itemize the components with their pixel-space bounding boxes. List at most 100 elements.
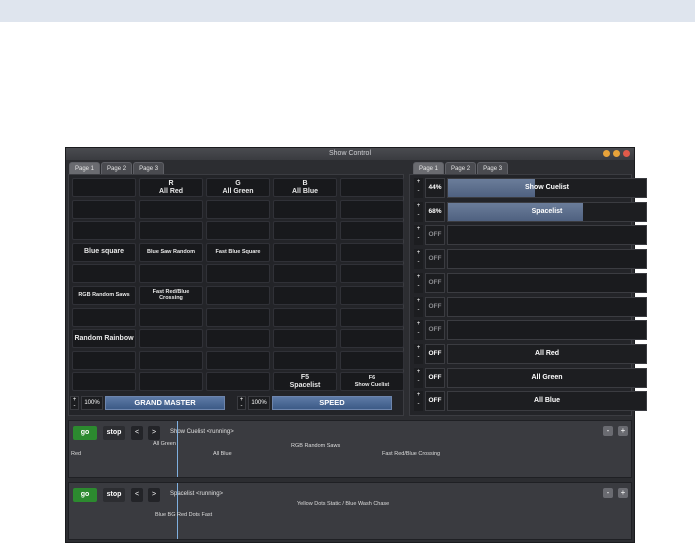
go-button[interactable]: go [73, 426, 97, 440]
cue-button[interactable] [273, 221, 337, 241]
cue-button[interactable] [206, 199, 270, 219]
cuelist-plus-minus-button[interactable]: + - [414, 343, 423, 364]
cue-button[interactable] [273, 329, 337, 349]
maximize-icon[interactable] [613, 150, 620, 157]
cue-button[interactable] [72, 221, 136, 241]
cuelist-fader[interactable]: Spacelist [447, 201, 647, 222]
prev-cue-button[interactable]: < [131, 426, 143, 440]
cue-button[interactable] [72, 372, 136, 392]
speed-plus-minus-button[interactable]: + - [237, 396, 246, 410]
lane-minus-button[interactable]: - [603, 426, 613, 436]
cue-button[interactable] [340, 178, 404, 197]
cue-button[interactable] [340, 285, 404, 305]
next-cue-button[interactable]: > [148, 488, 160, 502]
cue-button[interactable] [72, 199, 136, 219]
cue-button[interactable] [206, 285, 270, 305]
go-button[interactable]: go [73, 488, 97, 502]
lane-plus-button[interactable]: + [618, 426, 628, 436]
cue-button[interactable] [206, 329, 270, 349]
tab-page-2[interactable]: Page 2 [101, 162, 133, 174]
cue-button[interactable] [273, 285, 337, 305]
cue-button[interactable] [206, 264, 270, 284]
cuelist-plus-minus-button[interactable]: + - [414, 201, 423, 222]
speed-bar: + - 100% SPEED [237, 395, 392, 411]
cue-button[interactable]: B All Blue [273, 178, 337, 197]
cue-button[interactable]: Blue square [72, 242, 136, 262]
cue-button[interactable] [273, 199, 337, 219]
grand-master-fader[interactable]: GRAND MASTER [105, 396, 225, 410]
cue-button[interactable] [206, 221, 270, 241]
cue-button[interactable] [72, 178, 136, 197]
cue-button[interactable] [139, 372, 203, 392]
cuelist-plus-minus-button[interactable]: + - [414, 296, 423, 317]
cue-button[interactable] [273, 264, 337, 284]
cuelist-fader[interactable] [447, 296, 647, 317]
cue-button[interactable] [139, 199, 203, 219]
cue-button[interactable] [340, 242, 404, 262]
cue-button[interactable]: Fast Red/Blue Crossing [139, 285, 203, 305]
cue-label: All Green [153, 441, 176, 447]
tab-page-3[interactable]: Page 3 [133, 162, 165, 174]
cue-button[interactable] [72, 307, 136, 327]
close-icon[interactable] [623, 150, 630, 157]
cue-button[interactable]: F6 Show Cuelist [340, 372, 404, 392]
cue-button[interactable] [139, 329, 203, 349]
tab-page-2[interactable]: Page 2 [445, 162, 477, 174]
cuelist-fader[interactable]: Show Cuelist [447, 178, 647, 198]
cue-button[interactable] [273, 242, 337, 262]
cuelist-row: + - OFF All Blue [414, 391, 647, 412]
cuelist-fader[interactable] [447, 320, 647, 341]
cue-button[interactable] [139, 350, 203, 370]
cue-button[interactable] [340, 307, 404, 327]
cuelist-plus-minus-button[interactable]: + - [414, 249, 423, 270]
tab-page-3[interactable]: Page 3 [477, 162, 509, 174]
cue-button[interactable] [206, 350, 270, 370]
cuelist-fader[interactable]: All Green [447, 367, 647, 388]
cuelist-fader[interactable] [447, 225, 647, 246]
cue-button[interactable] [273, 350, 337, 370]
cue-button[interactable] [139, 307, 203, 327]
stop-button[interactable]: stop [103, 488, 125, 502]
prev-cue-button[interactable]: < [131, 488, 143, 502]
tab-page-1[interactable]: Page 1 [69, 162, 101, 174]
tab-page-1[interactable]: Page 1 [413, 162, 445, 174]
cue-button[interactable] [206, 307, 270, 327]
cuelist-fader[interactable]: All Red [447, 343, 647, 364]
cue-button[interactable] [139, 221, 203, 241]
lane-minus-button[interactable]: - [603, 488, 613, 498]
show-control-window: Show Control Page 1 Page 2 Page 3 R All … [65, 147, 647, 543]
master-plus-minus-button[interactable]: + - [70, 396, 79, 410]
next-cue-button[interactable]: > [148, 426, 160, 440]
cuelist-plus-minus-button[interactable]: + - [414, 225, 423, 246]
cue-button[interactable]: R All Red [139, 178, 203, 197]
cue-button[interactable] [340, 221, 404, 241]
cue-button[interactable] [340, 199, 404, 219]
stop-button[interactable]: stop [103, 426, 125, 440]
cuelist-plus-minus-button[interactable]: + - [414, 391, 423, 412]
cuelist-fader[interactable] [447, 249, 647, 270]
cuelist-fader[interactable] [447, 272, 647, 293]
cue-button[interactable] [206, 372, 270, 392]
cue-button[interactable] [340, 350, 404, 370]
cuelist-fader[interactable]: All Blue [447, 391, 647, 412]
cue-button[interactable] [72, 350, 136, 370]
cuelist-plus-minus-button[interactable]: + - [414, 178, 423, 198]
cue-button[interactable] [139, 264, 203, 284]
cuelist-plus-minus-button[interactable]: + - [414, 272, 423, 293]
cue-button[interactable]: Fast Blue Square [206, 242, 270, 262]
cue-button[interactable]: F5 Spacelist [273, 372, 337, 392]
speed-fader[interactable]: SPEED [272, 396, 392, 410]
cue-button[interactable]: RGB Random Saws [72, 285, 136, 305]
minimize-icon[interactable] [603, 150, 610, 157]
cuelist-plus-minus-button[interactable]: + - [414, 320, 423, 341]
lane-plus-button[interactable]: + [618, 488, 628, 498]
cue-button-grid: R All Red G All Green B All Blue Blue squar… [69, 178, 405, 392]
cue-button[interactable] [340, 329, 404, 349]
cue-button[interactable] [340, 264, 404, 284]
cue-button[interactable]: Random Rainbow [72, 329, 136, 349]
cue-button[interactable]: G All Green [206, 178, 270, 197]
cue-button[interactable] [273, 307, 337, 327]
cue-button[interactable]: Blue Saw Random [139, 242, 203, 262]
cue-button[interactable] [72, 264, 136, 284]
cuelist-plus-minus-button[interactable]: + - [414, 367, 423, 388]
